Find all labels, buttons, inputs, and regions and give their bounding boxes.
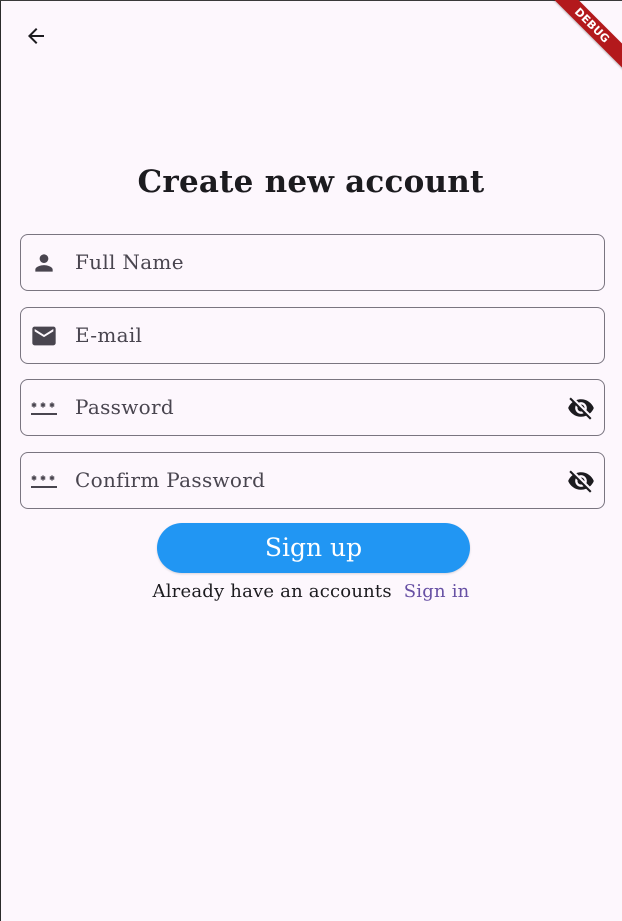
- full-name-placeholder: Full Name: [75, 250, 184, 274]
- sign-in-link[interactable]: Sign in: [404, 581, 470, 602]
- visibility-off-icon[interactable]: [565, 465, 597, 497]
- password-icon: [30, 394, 58, 422]
- email-placeholder: E-mail: [75, 323, 143, 347]
- debug-banner: DEBUG: [542, 0, 622, 80]
- person-icon: [30, 249, 58, 277]
- password-field[interactable]: Password: [20, 379, 605, 436]
- email-field[interactable]: E-mail: [20, 307, 605, 364]
- already-have-account-text: Already have an accounts: [152, 581, 392, 602]
- password-placeholder: Password: [75, 395, 174, 419]
- visibility-off-icon[interactable]: [565, 392, 597, 424]
- window-top-edge: [0, 0, 622, 1]
- window-left-edge: [0, 0, 1, 921]
- mail-icon: [30, 322, 58, 350]
- full-name-field[interactable]: Full Name: [20, 234, 605, 291]
- password-icon: [30, 467, 58, 495]
- debug-banner-label: DEBUG: [546, 0, 622, 72]
- sign-in-row: Already have an accounts Sign in: [0, 580, 622, 604]
- back-button[interactable]: [16, 16, 56, 56]
- confirm-password-placeholder: Confirm Password: [75, 468, 266, 492]
- sign-up-button[interactable]: Sign up: [157, 523, 470, 573]
- confirm-password-field[interactable]: Confirm Password: [20, 452, 605, 509]
- page-title: Create new account: [137, 164, 485, 200]
- arrow-back-icon: [24, 24, 48, 48]
